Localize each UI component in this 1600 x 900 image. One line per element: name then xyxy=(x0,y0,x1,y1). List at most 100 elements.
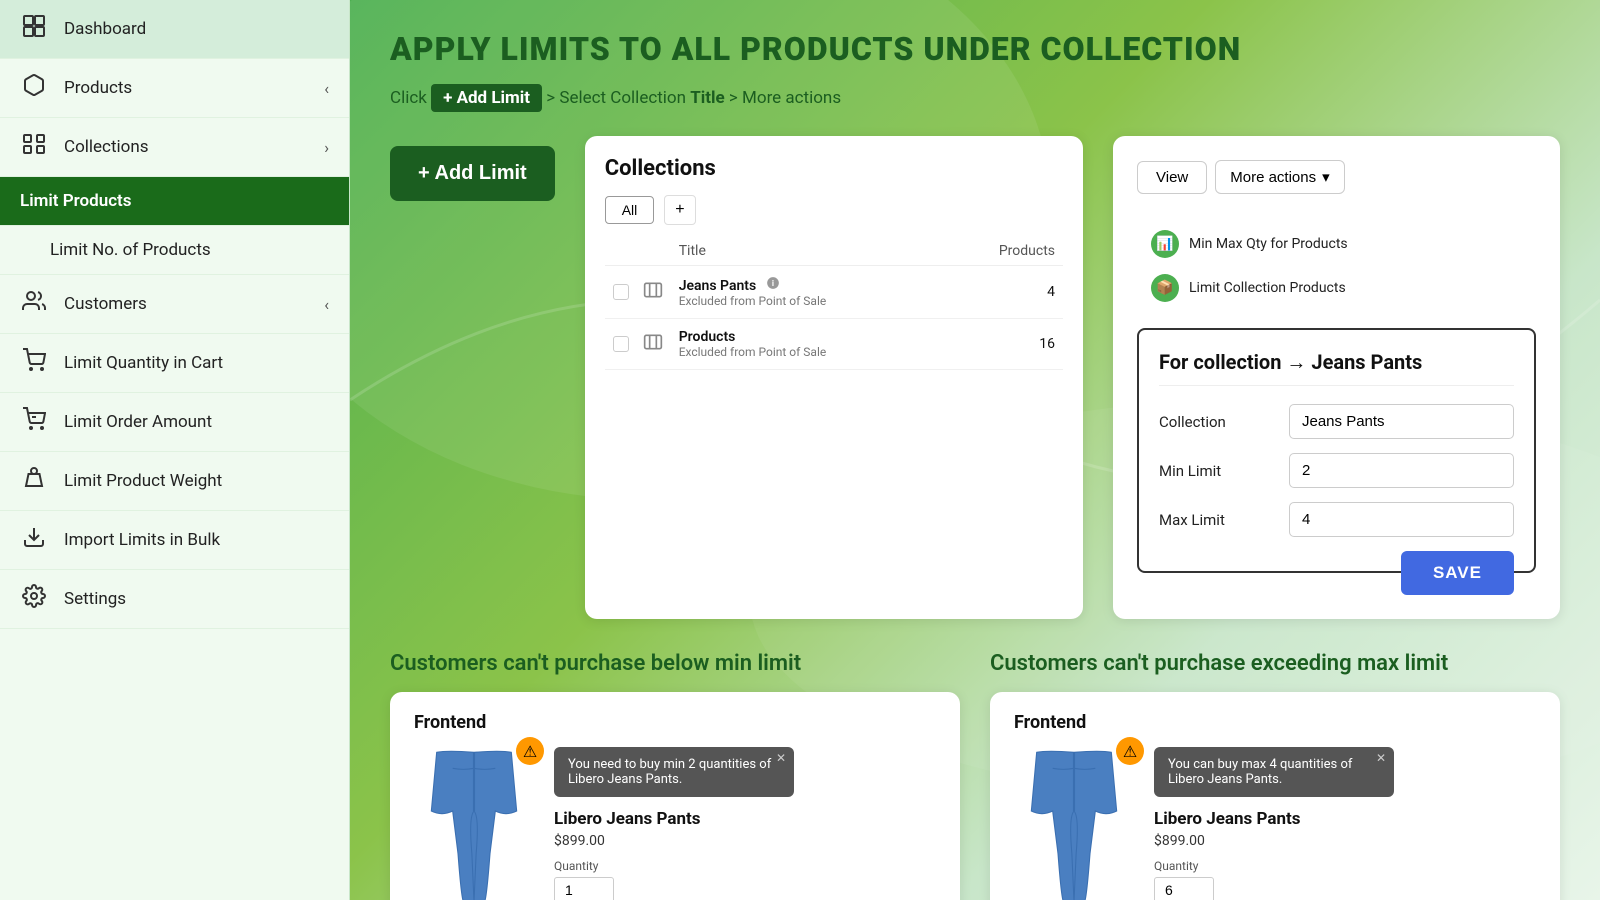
dropdown-list: 📊 Min Max Qty for Products 📦 Limit Colle… xyxy=(1137,212,1536,320)
dropdown-item-min-max[interactable]: 📊 Min Max Qty for Products xyxy=(1137,222,1536,266)
toast-max: ✕ You can buy max 4 quantities of Libero… xyxy=(1154,747,1394,797)
row-product-name: Products xyxy=(679,329,975,345)
add-limit-button[interactable]: + Add Limit xyxy=(390,146,555,201)
sidebar-item-label: Limit Products xyxy=(20,191,329,211)
row-product-name: Jeans Pants i xyxy=(679,276,975,294)
row-checkbox[interactable] xyxy=(613,284,629,300)
product-preview-max: ⚠ ✕ You can buy max 4 quantities of Libe… xyxy=(1014,747,1536,900)
toast-text: You need to buy min 2 quantities of Libe… xyxy=(568,757,771,787)
sidebar-item-limit-no-products[interactable]: Limit No. of Products xyxy=(0,226,349,275)
qty-input-2[interactable] xyxy=(1154,877,1214,900)
save-button[interactable]: SAVE xyxy=(1401,551,1514,595)
sidebar-item-label: Limit Quantity in Cart xyxy=(64,353,329,373)
max-frontend-card: Frontend ⚠ ✕ xyxy=(990,692,1560,900)
row-icon xyxy=(643,332,679,357)
product-price: $899.00 xyxy=(554,833,936,849)
sidebar-item-collections[interactable]: Collections › xyxy=(0,118,349,177)
form-row-min: Min Limit xyxy=(1159,453,1514,488)
max-limit-input[interactable] xyxy=(1289,502,1514,537)
sidebar-item-products[interactable]: Products ‹ xyxy=(0,59,349,118)
sidebar-item-label: Import Limits in Bulk xyxy=(64,530,329,550)
add-tab-button[interactable]: + xyxy=(664,195,695,225)
sidebar-item-dashboard[interactable]: Dashboard xyxy=(0,0,349,59)
order-icon xyxy=(20,407,48,437)
toast-min: ✕ You need to buy min 2 quantities of Li… xyxy=(554,747,794,797)
sidebar-item-limit-weight[interactable]: Limit Product Weight xyxy=(0,452,349,511)
more-actions-button[interactable]: More actions ▾ xyxy=(1215,160,1344,194)
customers-icon xyxy=(20,289,48,319)
form-title: For collection → Jeans Pants xyxy=(1159,350,1514,386)
product-info-max: ✕ You can buy max 4 quantities of Libero… xyxy=(1154,747,1536,900)
form-card: View More actions ▾ 📊 Min Max Qty for Pr… xyxy=(1113,136,1560,619)
frontend-label: Frontend xyxy=(414,712,936,733)
form-label-min: Min Limit xyxy=(1159,462,1289,480)
table-row[interactable]: Jeans Pants i Excluded from Point of Sal… xyxy=(605,266,1063,319)
svg-text:i: i xyxy=(772,278,774,288)
instruction-suffix: > Select Collection xyxy=(546,88,690,108)
row-product-info: Jeans Pants i Excluded from Point of Sal… xyxy=(679,276,975,308)
sidebar-item-import[interactable]: Import Limits in Bulk xyxy=(0,511,349,570)
sidebar-item-label: Limit No. of Products xyxy=(50,240,329,260)
row-icon xyxy=(643,280,679,305)
tab-bar: All + xyxy=(605,195,1063,225)
product-preview-min: ⚠ ✕ You need to buy min 2 quantities of … xyxy=(414,747,936,900)
instruction-prefix: Click xyxy=(390,88,427,108)
view-button[interactable]: View xyxy=(1137,161,1207,194)
instruction: Click + Add Limit > Select Collection Ti… xyxy=(390,84,1560,112)
sidebar-item-label: Limit Order Amount xyxy=(64,412,329,432)
row-product-count: 4 xyxy=(975,284,1055,300)
sidebar-item-label: Collections xyxy=(64,137,308,157)
min-limit-input[interactable] xyxy=(1289,453,1514,488)
cart-icon xyxy=(20,348,48,378)
table-row[interactable]: Products Excluded from Point of Sale 16 xyxy=(605,319,1063,370)
sidebar-item-customers[interactable]: Customers ‹ xyxy=(0,275,349,334)
sidebar-item-label: Customers xyxy=(64,294,308,314)
dropdown-item-limit-collection[interactable]: 📦 Limit Collection Products xyxy=(1137,266,1536,310)
chevron-left-icon: ‹ xyxy=(324,79,329,98)
collections-card: Collections All + Title Products xyxy=(585,136,1083,619)
form-label-collection: Collection xyxy=(1159,413,1289,431)
sidebar-item-label: Products xyxy=(64,78,308,98)
instruction-bold: Title xyxy=(690,88,724,108)
chevron-down-icon: › xyxy=(324,138,329,157)
sidebar-item-label: Dashboard xyxy=(64,19,329,39)
qty-label-2: Quantity xyxy=(1154,859,1536,873)
import-icon xyxy=(20,525,48,555)
qty-label: Quantity xyxy=(554,859,936,873)
sidebar-item-limit-order[interactable]: Limit Order Amount xyxy=(0,393,349,452)
collections-title: Collections xyxy=(605,156,1063,181)
tab-all[interactable]: All xyxy=(605,196,655,224)
row-checkbox[interactable] xyxy=(613,336,629,352)
sidebar-item-limit-products[interactable]: Limit Products xyxy=(0,177,349,226)
toast-close-2[interactable]: ✕ xyxy=(1376,751,1386,765)
collection-form: For collection → Jeans Pants Collection … xyxy=(1137,328,1536,573)
sidebar-item-limit-qty[interactable]: Limit Quantity in Cart xyxy=(0,334,349,393)
product-name: Libero Jeans Pants xyxy=(554,809,936,829)
warning-badge: ⚠ xyxy=(516,737,544,765)
frontend-label-2: Frontend xyxy=(1014,712,1536,733)
toast-close[interactable]: ✕ xyxy=(776,751,786,765)
dashboard-icon xyxy=(20,14,48,44)
weight-icon xyxy=(20,466,48,496)
dropdown-item-label: Min Max Qty for Products xyxy=(1189,236,1348,252)
max-limit-section: Customers can't purchase exceeding max l… xyxy=(990,651,1560,900)
qty-input[interactable] xyxy=(554,877,614,900)
sidebar: Dashboard Products ‹ Collections › Limit… xyxy=(0,0,350,900)
row-product-count: 16 xyxy=(975,336,1055,352)
min-frontend-card: Frontend ⚠ ✕ xyxy=(390,692,960,900)
dropdown-item-label: Limit Collection Products xyxy=(1189,280,1346,296)
collections-icon xyxy=(20,132,48,162)
row-product-sub: Excluded from Point of Sale xyxy=(679,294,975,308)
page-title: APPLY LIMITS TO ALL PRODUCTS UNDER COLLE… xyxy=(390,30,1560,68)
sidebar-item-settings[interactable]: Settings xyxy=(0,570,349,629)
info-icon: i xyxy=(766,276,780,294)
col-title: Title xyxy=(679,243,975,259)
top-section: + Add Limit Collections All + Title Prod… xyxy=(390,136,1560,619)
product-name-2: Libero Jeans Pants xyxy=(1154,809,1536,829)
sidebar-item-label: Limit Product Weight xyxy=(64,471,329,491)
table-header: Title Products xyxy=(605,237,1063,266)
collection-input[interactable] xyxy=(1289,404,1514,439)
chevron-left-icon: ‹ xyxy=(324,295,329,314)
instruction-end: > More actions xyxy=(729,88,841,108)
form-row-collection: Collection xyxy=(1159,404,1514,439)
